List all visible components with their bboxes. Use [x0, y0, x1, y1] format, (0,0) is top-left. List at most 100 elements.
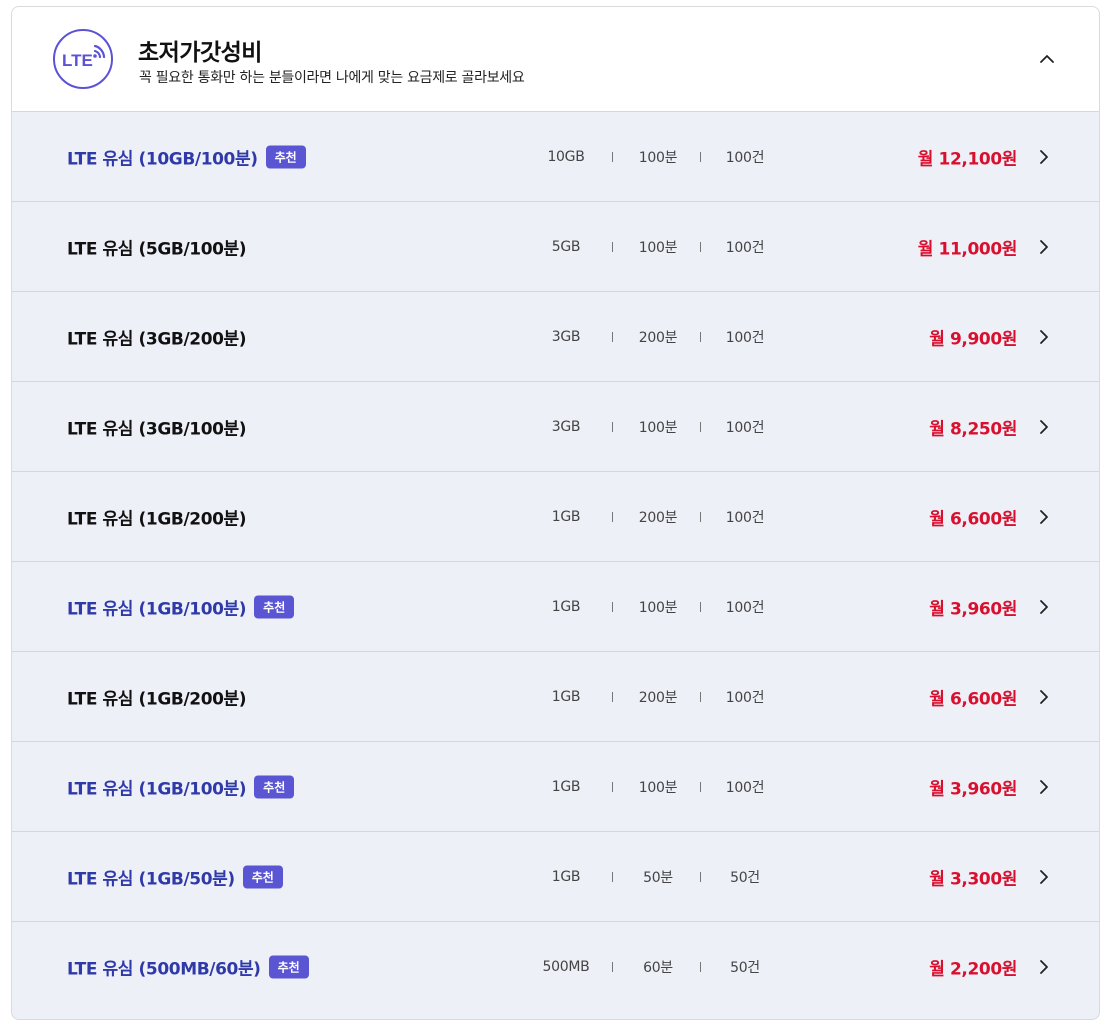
plan-sms-allowance: 100건: [725, 419, 765, 436]
chevron-right-icon[interactable]: [1037, 508, 1051, 526]
plan-name-text: LTE 유심 (5GB/100분): [67, 239, 247, 259]
divider: [700, 781, 701, 792]
plan-name: LTE 유심 (1GB/100분) 추천: [67, 594, 295, 619]
plan-name-text: LTE 유심 (500MB/60분): [67, 959, 261, 980]
divider: [700, 331, 701, 342]
plan-name-text: LTE 유심 (3GB/100분): [67, 419, 247, 439]
plan-voice-allowance: 60분: [643, 960, 673, 976]
plan-price: 월 11,000원: [917, 239, 1018, 259]
plan-name: LTE 유심 (3GB/200분): [67, 324, 247, 349]
recommended-badge: 추천: [242, 865, 283, 888]
plan-name: LTE 유심 (1GB/50분) 추천: [67, 864, 283, 889]
plan-sms-allowance: 100건: [725, 329, 765, 346]
chevron-right-icon[interactable]: [1037, 958, 1051, 976]
plan-row[interactable]: LTE 유심 (1GB/200분) 1GB 200분 100건 월 6,600원: [12, 652, 1099, 742]
plan-price: 월 3,960원: [929, 779, 1017, 799]
plan-sms-allowance: 100건: [725, 239, 765, 256]
divider: [612, 421, 613, 432]
plan-price: 월 12,100원: [917, 149, 1018, 169]
plan-data-allowance: 1GB: [551, 508, 581, 525]
plan-sms-allowance: 100건: [725, 779, 765, 796]
plan-row[interactable]: LTE 유심 (1GB/200분) 1GB 200분 100건 월 6,600원: [12, 472, 1099, 562]
plan-data-allowance: 1GB: [551, 778, 581, 795]
divider: [700, 962, 701, 972]
chevron-right-icon[interactable]: [1037, 688, 1051, 706]
plan-price: 월 8,250원: [929, 419, 1017, 439]
plan-sms-allowance: 100건: [725, 599, 765, 616]
plan-data-allowance: 3GB: [551, 328, 581, 345]
recommended-badge: 추천: [254, 595, 295, 618]
divider: [612, 241, 613, 252]
plan-row[interactable]: LTE 유심 (3GB/100분) 3GB 100분 100건 월 8,250원: [12, 382, 1099, 472]
chevron-right-icon[interactable]: [1037, 148, 1051, 166]
divider: [612, 962, 613, 972]
divider: [700, 601, 701, 612]
divider: [612, 331, 613, 342]
plan-data-allowance: 5GB: [551, 238, 581, 255]
divider: [612, 601, 613, 612]
page-title: 초저가갓성비: [138, 40, 262, 66]
plan-row[interactable]: LTE 유심 (3GB/200분) 3GB 200분 100건 월 9,900원: [12, 292, 1099, 382]
chevron-right-icon[interactable]: [1037, 418, 1051, 436]
divider: [612, 691, 613, 702]
chevron-right-icon[interactable]: [1037, 778, 1051, 796]
plan-sms-allowance: 100건: [725, 689, 765, 706]
plan-name: LTE 유심 (500MB/60분) 추천: [67, 955, 309, 980]
divider: [612, 781, 613, 792]
divider: [700, 151, 701, 162]
plan-price: 월 3,300원: [929, 869, 1017, 889]
svg-text:LTE: LTE: [62, 51, 93, 70]
plan-name-text: LTE 유심 (1GB/100분): [67, 599, 247, 619]
plan-voice-allowance: 100분: [638, 239, 678, 256]
plan-price: 월 9,900원: [929, 329, 1017, 349]
plan-price: 월 6,600원: [929, 509, 1017, 529]
category-header[interactable]: LTE 초저가갓성비 꼭 필요한 통화만 하는 분들이라면 나에게 맞는 요금제…: [12, 7, 1099, 112]
plan-category-panel: LTE 초저가갓성비 꼭 필요한 통화만 하는 분들이라면 나에게 맞는 요금제…: [11, 6, 1100, 1020]
plan-data-allowance: 1GB: [551, 598, 581, 615]
divider: [612, 511, 613, 522]
plan-voice-allowance: 100분: [638, 779, 678, 796]
plan-name: LTE 유심 (1GB/200분): [67, 504, 247, 529]
plan-price: 월 6,600원: [929, 689, 1017, 709]
recommended-badge: 추천: [265, 145, 306, 168]
divider: [700, 241, 701, 252]
plan-row[interactable]: LTE 유심 (1GB/100분) 추천 1GB 100분 100건 월 3,9…: [12, 562, 1099, 652]
chevron-right-icon[interactable]: [1037, 598, 1051, 616]
plan-list: LTE 유심 (10GB/100분) 추천 10GB 100분 100건 월 1…: [12, 112, 1099, 1012]
page-subtitle: 꼭 필요한 통화만 하는 분들이라면 나에게 맞는 요금제로 골라보세요: [139, 70, 525, 86]
chevron-right-icon[interactable]: [1037, 328, 1051, 346]
plan-row[interactable]: LTE 유심 (1GB/50분) 추천 1GB 50분 50건 월 3,300원: [12, 832, 1099, 922]
plan-row[interactable]: LTE 유심 (5GB/100분) 5GB 100분 100건 월 11,000…: [12, 202, 1099, 292]
plan-price: 월 2,200원: [929, 959, 1017, 980]
plan-row[interactable]: LTE 유심 (1GB/100분) 추천 1GB 100분 100건 월 3,9…: [12, 742, 1099, 832]
plan-name-text: LTE 유심 (10GB/100분): [67, 149, 258, 169]
divider: [700, 511, 701, 522]
plan-name-text: LTE 유심 (1GB/200분): [67, 689, 247, 709]
plan-voice-allowance: 100분: [638, 149, 678, 166]
plan-voice-allowance: 100분: [638, 599, 678, 616]
plan-name: LTE 유심 (10GB/100분) 추천: [67, 144, 306, 169]
plan-row[interactable]: LTE 유심 (500MB/60분) 추천 500MB 60분 50건 월 2,…: [12, 922, 1099, 1012]
plan-sms-allowance: 50건: [730, 960, 760, 976]
plan-data-allowance: 500MB: [542, 959, 590, 975]
divider: [612, 151, 613, 162]
divider: [612, 871, 613, 882]
chevron-right-icon[interactable]: [1037, 868, 1051, 886]
chevron-right-icon[interactable]: [1037, 238, 1051, 256]
recommended-badge: 추천: [254, 775, 295, 798]
divider: [700, 691, 701, 702]
plan-name: LTE 유심 (3GB/100분): [67, 414, 247, 439]
plan-voice-allowance: 200분: [638, 689, 678, 706]
plan-voice-allowance: 200분: [638, 509, 678, 526]
plan-name-text: LTE 유심 (3GB/200분): [67, 329, 247, 349]
chevron-up-icon[interactable]: [1035, 47, 1059, 71]
divider: [700, 421, 701, 432]
recommended-badge: 추천: [268, 955, 309, 979]
plan-data-allowance: 1GB: [551, 688, 581, 705]
plan-name-text: LTE 유심 (1GB/50분): [67, 869, 235, 889]
divider: [700, 871, 701, 882]
plan-data-allowance: 10GB: [547, 148, 585, 165]
plan-name: LTE 유심 (1GB/100분) 추천: [67, 774, 295, 799]
plan-row[interactable]: LTE 유심 (10GB/100분) 추천 10GB 100분 100건 월 1…: [12, 112, 1099, 202]
plan-name-text: LTE 유심 (1GB/100분): [67, 779, 247, 799]
